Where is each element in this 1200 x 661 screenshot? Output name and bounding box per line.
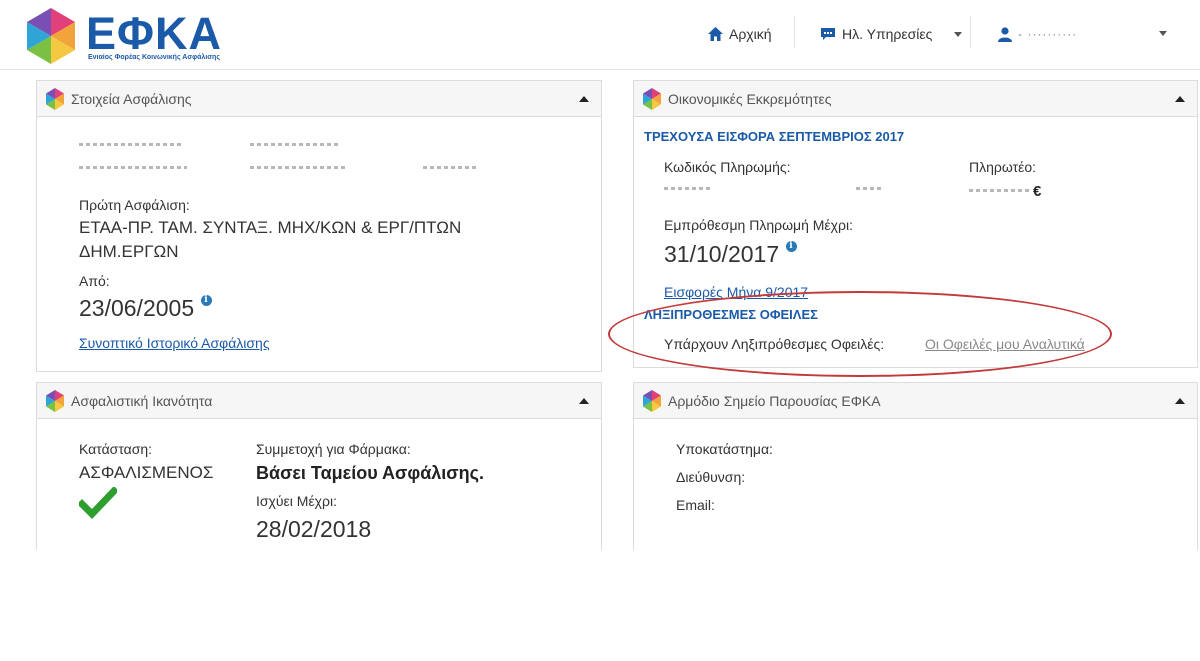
redacted-text (79, 166, 187, 169)
panel-title: Οικονομικές Εκκρεμότητες (668, 91, 832, 107)
nav-divider (794, 16, 795, 48)
current-contribution-heading: ΤΡΕΧΟΥΣΑ ΕΙΣΦΟΡΑ ΣΕΠΤΕΜΒΡΙΟΣ 2017 (644, 129, 905, 144)
nav-divider (970, 16, 971, 48)
nav-user-dropdown[interactable]: - ·········· (998, 18, 1173, 50)
panel-header[interactable]: Ασφαλιστική Ικανότητα (37, 383, 601, 419)
panel-header[interactable]: Οικονομικές Εκκρεμότητες (634, 81, 1197, 117)
logo-subtitle: Ενιαίος Φορέας Κοινωνικής Ασφάλισης (88, 54, 220, 61)
overdue-heading: ΛΗΞΙΠΡΟΘΕΣΜΕΣ ΟΦΕΙΛΕΣ (644, 307, 818, 322)
home-icon (708, 27, 723, 41)
nav-home[interactable]: Αρχική (708, 18, 772, 50)
insurance-history-link[interactable]: Συνοπτικό Ιστορικό Ασφάλισης (79, 335, 270, 351)
overdue-label: Υπάρχουν Ληξιπρόθεσμες Οφειλές: (664, 336, 885, 352)
panel-hexagon-icon (643, 88, 661, 110)
chevron-down-icon (1159, 31, 1167, 36)
panel-title: Ασφαλιστική Ικανότητα (71, 393, 213, 409)
top-header: ΕΦΚΑ Ενιαίος Φορέας Κοινωνικής Ασφάλισης… (0, 0, 1200, 70)
collapse-icon[interactable] (1175, 96, 1185, 102)
efka-logo[interactable]: ΕΦΚΑ Ενιαίος Φορέας Κοινωνικής Ασφάλισης (24, 6, 224, 66)
redacted-text (856, 187, 882, 190)
from-label: Από: (79, 273, 110, 289)
valid-until-date: 28/02/2018 (256, 516, 372, 542)
user-icon (998, 26, 1012, 42)
email-label: Email: (676, 497, 715, 513)
panel-hexagon-icon (643, 390, 661, 412)
status-value: ΑΣΦΑΛΙΣΜΕΝΟΣ (79, 463, 214, 482)
first-insurance-value: ΕΤΑΑ-ΠΡ. ΤΑΜ. ΣΥΝΤΑΞ. ΜΗΧ/ΚΩΝ & ΕΡΓ/ΠΤΩΝ (79, 218, 462, 237)
pharma-label: Συμμετοχή για Φάρμακα: (256, 441, 411, 457)
redacted-text (664, 187, 710, 190)
financial-pending-panel: Οικονομικές Εκκρεμότητες ΤΡΕΧΟΥΣΑ ΕΙΣΦΟΡ… (633, 80, 1198, 368)
panel-hexagon-icon (46, 390, 64, 412)
panel-title: Αρμόδιο Σημείο Παρουσίας ΕΦΚΑ (668, 393, 881, 409)
redacted-text (969, 189, 1029, 192)
branch-label: Υποκατάστημα: (676, 441, 773, 457)
chevron-down-icon (954, 31, 963, 37)
panel-header[interactable]: Στοιχεία Ασφάλισης (37, 81, 601, 117)
from-date-value: 23/06/2005 (79, 295, 195, 321)
due-date-value: 31/10/2017 (664, 241, 780, 267)
payable-label: Πληρωτέο: (969, 159, 1037, 175)
info-icon[interactable]: i (785, 241, 797, 252)
info-icon[interactable]: i (200, 295, 212, 306)
address-label: Διεύθυνση: (676, 469, 746, 485)
nav-services-label: Ηλ. Υπηρεσίες (842, 26, 933, 42)
nav-services-dropdown[interactable]: Ηλ. Υπηρεσίες (820, 18, 963, 50)
payment-code-label: Κωδικός Πληρωμής: (664, 159, 791, 175)
panel-title: Στοιχεία Ασφάλισης (71, 91, 192, 107)
check-icon (79, 487, 117, 519)
collapse-icon[interactable] (579, 398, 589, 404)
logo-text: ΕΦΚΑ (86, 8, 222, 59)
currency-symbol: € (1033, 183, 1042, 200)
due-date-label: Εμπρόθεσμη Πληρωμή Μέχρι: (664, 217, 853, 233)
collapse-icon[interactable] (1175, 398, 1185, 404)
redacted-text (79, 143, 184, 146)
redacted-text (250, 143, 340, 146)
nav-home-label: Αρχική (729, 26, 772, 42)
collapse-icon[interactable] (579, 96, 589, 102)
pharma-value: Βάσει Ταμείου Ασφάλισης. (256, 463, 484, 483)
overdue-details-link[interactable]: Οι Οφειλές μου Αναλυτικά (925, 336, 1085, 352)
first-insurance-value-cont: ΔΗΜ.ΕΡΓΩΝ (79, 242, 179, 261)
user-name: - ·········· (1018, 27, 1078, 41)
logo-hexagon-icon (27, 8, 75, 64)
first-insurance-label: Πρώτη Ασφάλιση: (79, 197, 190, 213)
insurance-capacity-panel: Ασφαλιστική Ικανότητα Κατάσταση: ΑΣΦΑΛΙΣ… (36, 382, 602, 572)
insurance-details-panel: Στοιχεία Ασφάλισης Πρώτη Ασφάλιση: ΕΤΑΑ-… (36, 80, 602, 372)
from-date: 23/06/2005 i (79, 295, 212, 322)
monthly-contributions-link[interactable]: Εισφορές Μήνα 9/2017 (664, 284, 808, 300)
chat-icon (820, 27, 836, 42)
valid-until-label: Ισχύει Μέχρι: (256, 493, 337, 509)
status-label: Κατάσταση: (79, 441, 153, 457)
redacted-text (423, 166, 477, 169)
efka-office-panel: Αρμόδιο Σημείο Παρουσίας ΕΦΚΑ Υποκατάστη… (633, 382, 1198, 550)
page-cutoff (30, 550, 1200, 661)
panel-hexagon-icon (46, 88, 64, 110)
due-date: 31/10/2017 i (664, 241, 797, 268)
redacted-text (250, 166, 345, 169)
panel-header[interactable]: Αρμόδιο Σημείο Παρουσίας ΕΦΚΑ (634, 383, 1197, 419)
